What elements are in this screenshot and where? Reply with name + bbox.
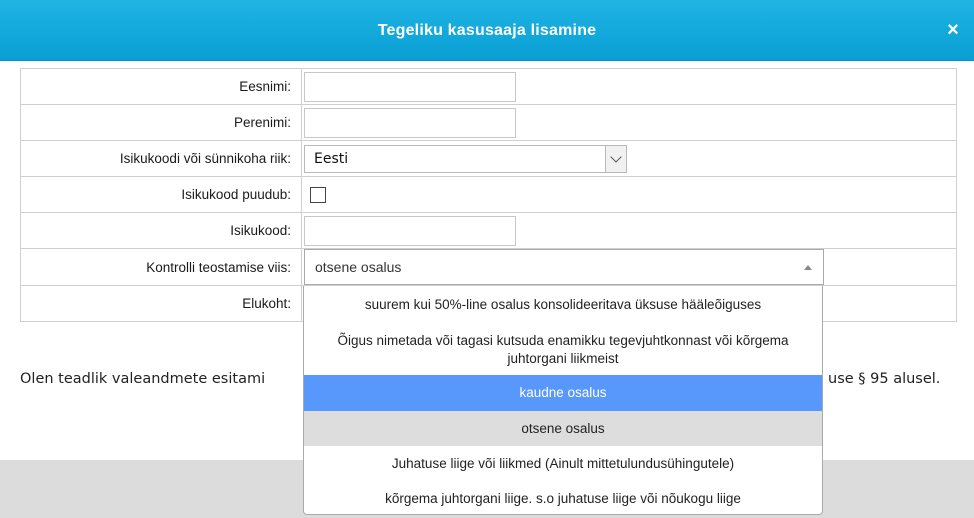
dropdown-option[interactable]: Õigus nimetada või tagasi kutsuda enamik… [304, 324, 822, 375]
caret-up-icon [804, 265, 812, 270]
country-select-arrow[interactable] [605, 145, 626, 172]
country-label: Isikukoodi või sünnikoha riik: [20, 140, 302, 177]
residence-label: Elukoht: [20, 285, 302, 322]
dropdown-option-highlighted[interactable]: kaudne osalus [304, 375, 822, 411]
dialog-title: Tegeliku kasusaaja lisamine [377, 22, 597, 39]
no-id-code-cell [301, 176, 957, 213]
form-row-control-method: Kontrolli teostamise viis: otsene osalus [20, 248, 957, 286]
last-name-label: Perenimi: [20, 104, 302, 141]
id-code-label: Isikukood: [20, 212, 302, 249]
dropdown-option[interactable]: Juhatuse liige või liikmed (Ainult mitte… [304, 446, 822, 482]
last-name-input[interactable] [304, 107, 516, 138]
form-row-id-code: Isikukood: [20, 212, 957, 249]
first-name-label: Eesnimi: [20, 68, 302, 105]
dialog-header: Tegeliku kasusaaja lisamine × [0, 0, 974, 61]
form-row-country: Isikukoodi või sünnikoha riik: Eesti [20, 140, 957, 177]
id-code-cell [301, 212, 957, 249]
no-id-code-label: Isikukood puudub: [20, 176, 302, 213]
no-id-code-checkbox[interactable] [310, 186, 326, 203]
dropdown-option[interactable]: kõrgema juhtorgani liige. s.o juhatuse l… [304, 482, 822, 514]
beneficiary-form: Eesnimi: Perenimi: Isikukoodi või sünnik… [20, 68, 957, 322]
control-method-select[interactable]: otsene osalus [304, 249, 824, 285]
country-select-value: Eesti [314, 150, 349, 167]
control-method-dropdown: suurem kui 50%-line osalus konsolideerit… [303, 286, 823, 515]
notice-text-left: Olen teadlik valeandmete esitami [20, 371, 266, 387]
control-method-label: Kontrolli teostamise viis: [20, 248, 302, 286]
chevron-down-icon [610, 150, 622, 163]
form-row-first-name: Eesnimi: [20, 68, 957, 105]
country-select[interactable]: Eesti [304, 144, 627, 173]
dropdown-option-selected[interactable]: otsene osalus [304, 411, 822, 446]
form-row-last-name: Perenimi: [20, 104, 957, 141]
country-cell: Eesti [301, 140, 957, 177]
notice-text-right: use § 95 alusel. [828, 371, 941, 387]
first-name-cell [301, 68, 957, 105]
form-row-no-id-code: Isikukood puudub: [20, 176, 957, 213]
control-method-value: otsene osalus [315, 259, 402, 275]
control-method-cell: otsene osalus [301, 248, 957, 286]
last-name-cell [301, 104, 957, 141]
first-name-input[interactable] [304, 71, 516, 102]
dropdown-option[interactable]: suurem kui 50%-line osalus konsolideerit… [304, 286, 822, 324]
id-code-input[interactable] [304, 215, 516, 246]
close-icon[interactable]: × [942, 19, 964, 41]
